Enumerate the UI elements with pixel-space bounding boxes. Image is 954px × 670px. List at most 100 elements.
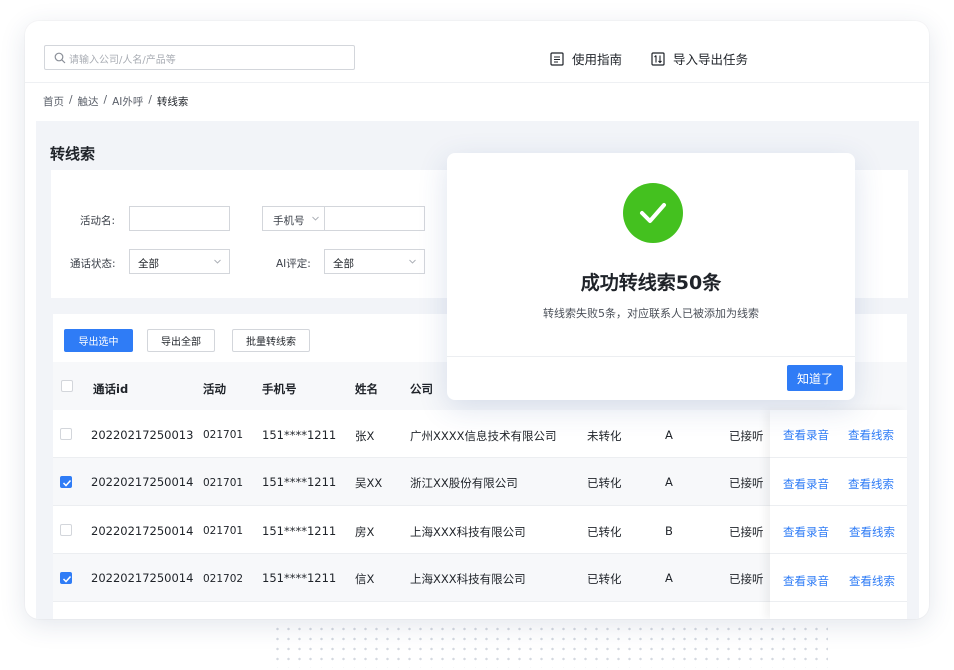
call-id-cell: 20220217250014 xyxy=(91,571,194,585)
call-status-cell: 已接听 xyxy=(729,525,764,539)
confirm-button[interactable]: 知道了 xyxy=(787,365,843,391)
call-status-select[interactable]: 全部 xyxy=(129,249,230,274)
phone-type-select[interactable]: 手机号 xyxy=(262,206,325,231)
view-lead-link[interactable]: 查看线索 xyxy=(849,573,895,589)
phone-cell: 151****1211 xyxy=(262,571,337,585)
convert-status-cell: 已转化 xyxy=(587,572,622,586)
phone-input[interactable] xyxy=(324,206,425,231)
breadcrumb: 首页 / 触达 / AI外呼 / 转线索 xyxy=(43,94,193,109)
action-cell: 查看录音 查看线索 xyxy=(770,554,907,602)
column-header-activity: 活动 xyxy=(203,382,226,396)
action-cell: 查看录音 查看线索 xyxy=(770,410,907,458)
column-header-company: 公司 xyxy=(410,382,433,396)
success-icon xyxy=(623,183,683,243)
call-status-cell: 已接听 xyxy=(729,572,764,586)
convert-status-cell: 已转化 xyxy=(587,525,622,539)
view-recording-link[interactable]: 查看录音 xyxy=(783,476,829,492)
breadcrumb-separator: / xyxy=(103,94,108,106)
row-checkbox[interactable] xyxy=(60,476,72,488)
name-cell: 信X xyxy=(355,572,375,586)
chevron-down-icon xyxy=(409,259,416,264)
view-lead-link[interactable]: 查看线索 xyxy=(849,524,895,540)
dialog-footer: 知道了 xyxy=(447,356,855,400)
column-header-name: 姓名 xyxy=(355,382,378,396)
guide-label: 使用指南 xyxy=(572,52,623,67)
company-cell: 广州XXXX信息技术有限公司 xyxy=(410,429,557,443)
top-bar: 请输入公司/人名/产品等 使用指南 导入导出任务 xyxy=(25,21,929,83)
select-all-checkbox[interactable] xyxy=(61,380,73,392)
export-selected-button[interactable]: 导出选中 xyxy=(64,329,133,352)
rating-cell: A xyxy=(665,475,673,489)
rating-cell: A xyxy=(665,571,673,585)
page-title: 转线索 xyxy=(50,145,96,163)
row-checkbox[interactable] xyxy=(60,428,72,440)
chevron-down-icon xyxy=(214,259,221,264)
phone-cell: 151****1211 xyxy=(262,475,337,489)
call-id-cell: 20220217250014 xyxy=(91,524,194,538)
phone-cell: 151****1211 xyxy=(262,428,337,442)
action-column: 查看录音 查看线索 查看录音 查看线索 查看录音 查看线索 查看录音 查看线索 xyxy=(770,410,907,619)
breadcrumb-separator: / xyxy=(69,94,73,106)
search-input[interactable]: 请输入公司/人名/产品等 xyxy=(44,45,355,70)
rating-cell: A xyxy=(665,428,673,442)
breadcrumb-current: 转线索 xyxy=(156,96,189,108)
search-placeholder: 请输入公司/人名/产品等 xyxy=(69,55,176,66)
row-checkbox[interactable] xyxy=(60,524,72,536)
checkmark-icon xyxy=(640,203,666,223)
convert-status-cell: 未转化 xyxy=(587,429,622,443)
chevron-down-icon xyxy=(312,216,319,221)
ai-rating-select[interactable]: 全部 xyxy=(324,249,425,274)
rating-cell: B xyxy=(665,524,673,538)
company-cell: 浙江XX股份有限公司 xyxy=(410,476,518,490)
call-status-label: 通话状态: xyxy=(70,258,116,270)
column-header-call-id: 通话id xyxy=(93,382,129,396)
breadcrumb-home[interactable]: 首页 xyxy=(43,94,64,109)
company-cell: 上海XXX科技有限公司 xyxy=(410,525,526,539)
activity-cell: 021701 xyxy=(203,477,244,489)
name-cell: 吴XX xyxy=(355,476,383,490)
export-all-button[interactable]: 导出全部 xyxy=(147,329,215,352)
view-recording-link[interactable]: 查看录音 xyxy=(783,524,829,540)
check-icon xyxy=(62,575,72,583)
activity-cell: 021701 xyxy=(203,525,244,537)
import-export-tasks-button[interactable]: 导入导出任务 xyxy=(651,49,748,68)
action-cell: 查看录音 查看线索 xyxy=(770,458,907,506)
check-icon xyxy=(62,479,72,487)
name-cell: 张X xyxy=(355,429,375,443)
dialog-subtitle: 转线索失败5条，对应联系人已被添加为线索 xyxy=(543,307,759,320)
view-lead-link[interactable]: 查看线索 xyxy=(848,476,894,492)
activity-cell: 021701 xyxy=(203,429,244,441)
call-status-cell: 已接听 xyxy=(729,429,764,443)
phone-type-value: 手机号 xyxy=(273,215,305,227)
guide-button[interactable]: 使用指南 xyxy=(550,49,622,68)
activity-cell: 021702 xyxy=(203,573,244,585)
view-recording-link[interactable]: 查看录音 xyxy=(783,427,829,443)
breadcrumb-separator: / xyxy=(148,94,152,106)
document-icon xyxy=(550,51,564,66)
column-header-phone: 手机号 xyxy=(262,382,297,396)
breadcrumb-ai-call[interactable]: AI外呼 xyxy=(112,94,143,109)
search-icon xyxy=(54,52,66,64)
ai-rating-label: AI评定: xyxy=(276,258,311,270)
activity-label: 活动名: xyxy=(80,215,116,227)
name-cell: 房X xyxy=(355,525,375,539)
call-id-cell: 20220217250013 xyxy=(91,428,194,442)
breadcrumb-reach[interactable]: 触达 xyxy=(78,94,99,109)
import-export-label: 导入导出任务 xyxy=(673,52,749,67)
convert-status-cell: 已转化 xyxy=(587,476,622,490)
call-status-cell: 已接听 xyxy=(729,476,764,490)
view-lead-link[interactable]: 查看线索 xyxy=(848,427,894,443)
call-status-value: 全部 xyxy=(138,258,159,270)
activity-input[interactable] xyxy=(129,206,230,231)
import-export-icon xyxy=(651,51,665,66)
phone-cell: 151****1211 xyxy=(262,524,337,538)
dialog-title: 成功转线索50条 xyxy=(580,272,722,294)
call-id-cell: 20220217250014 xyxy=(91,475,194,489)
company-cell: 上海XXX科技有限公司 xyxy=(410,572,526,586)
batch-convert-button[interactable]: 批量转线索 xyxy=(232,329,310,352)
row-checkbox[interactable] xyxy=(60,572,72,584)
success-dialog: 成功转线索50条 转线索失败5条，对应联系人已被添加为线索 知道了 xyxy=(447,153,855,400)
ai-rating-value: 全部 xyxy=(333,258,354,270)
view-recording-link[interactable]: 查看录音 xyxy=(783,573,829,589)
action-cell: 查看录音 查看线索 xyxy=(770,506,907,554)
